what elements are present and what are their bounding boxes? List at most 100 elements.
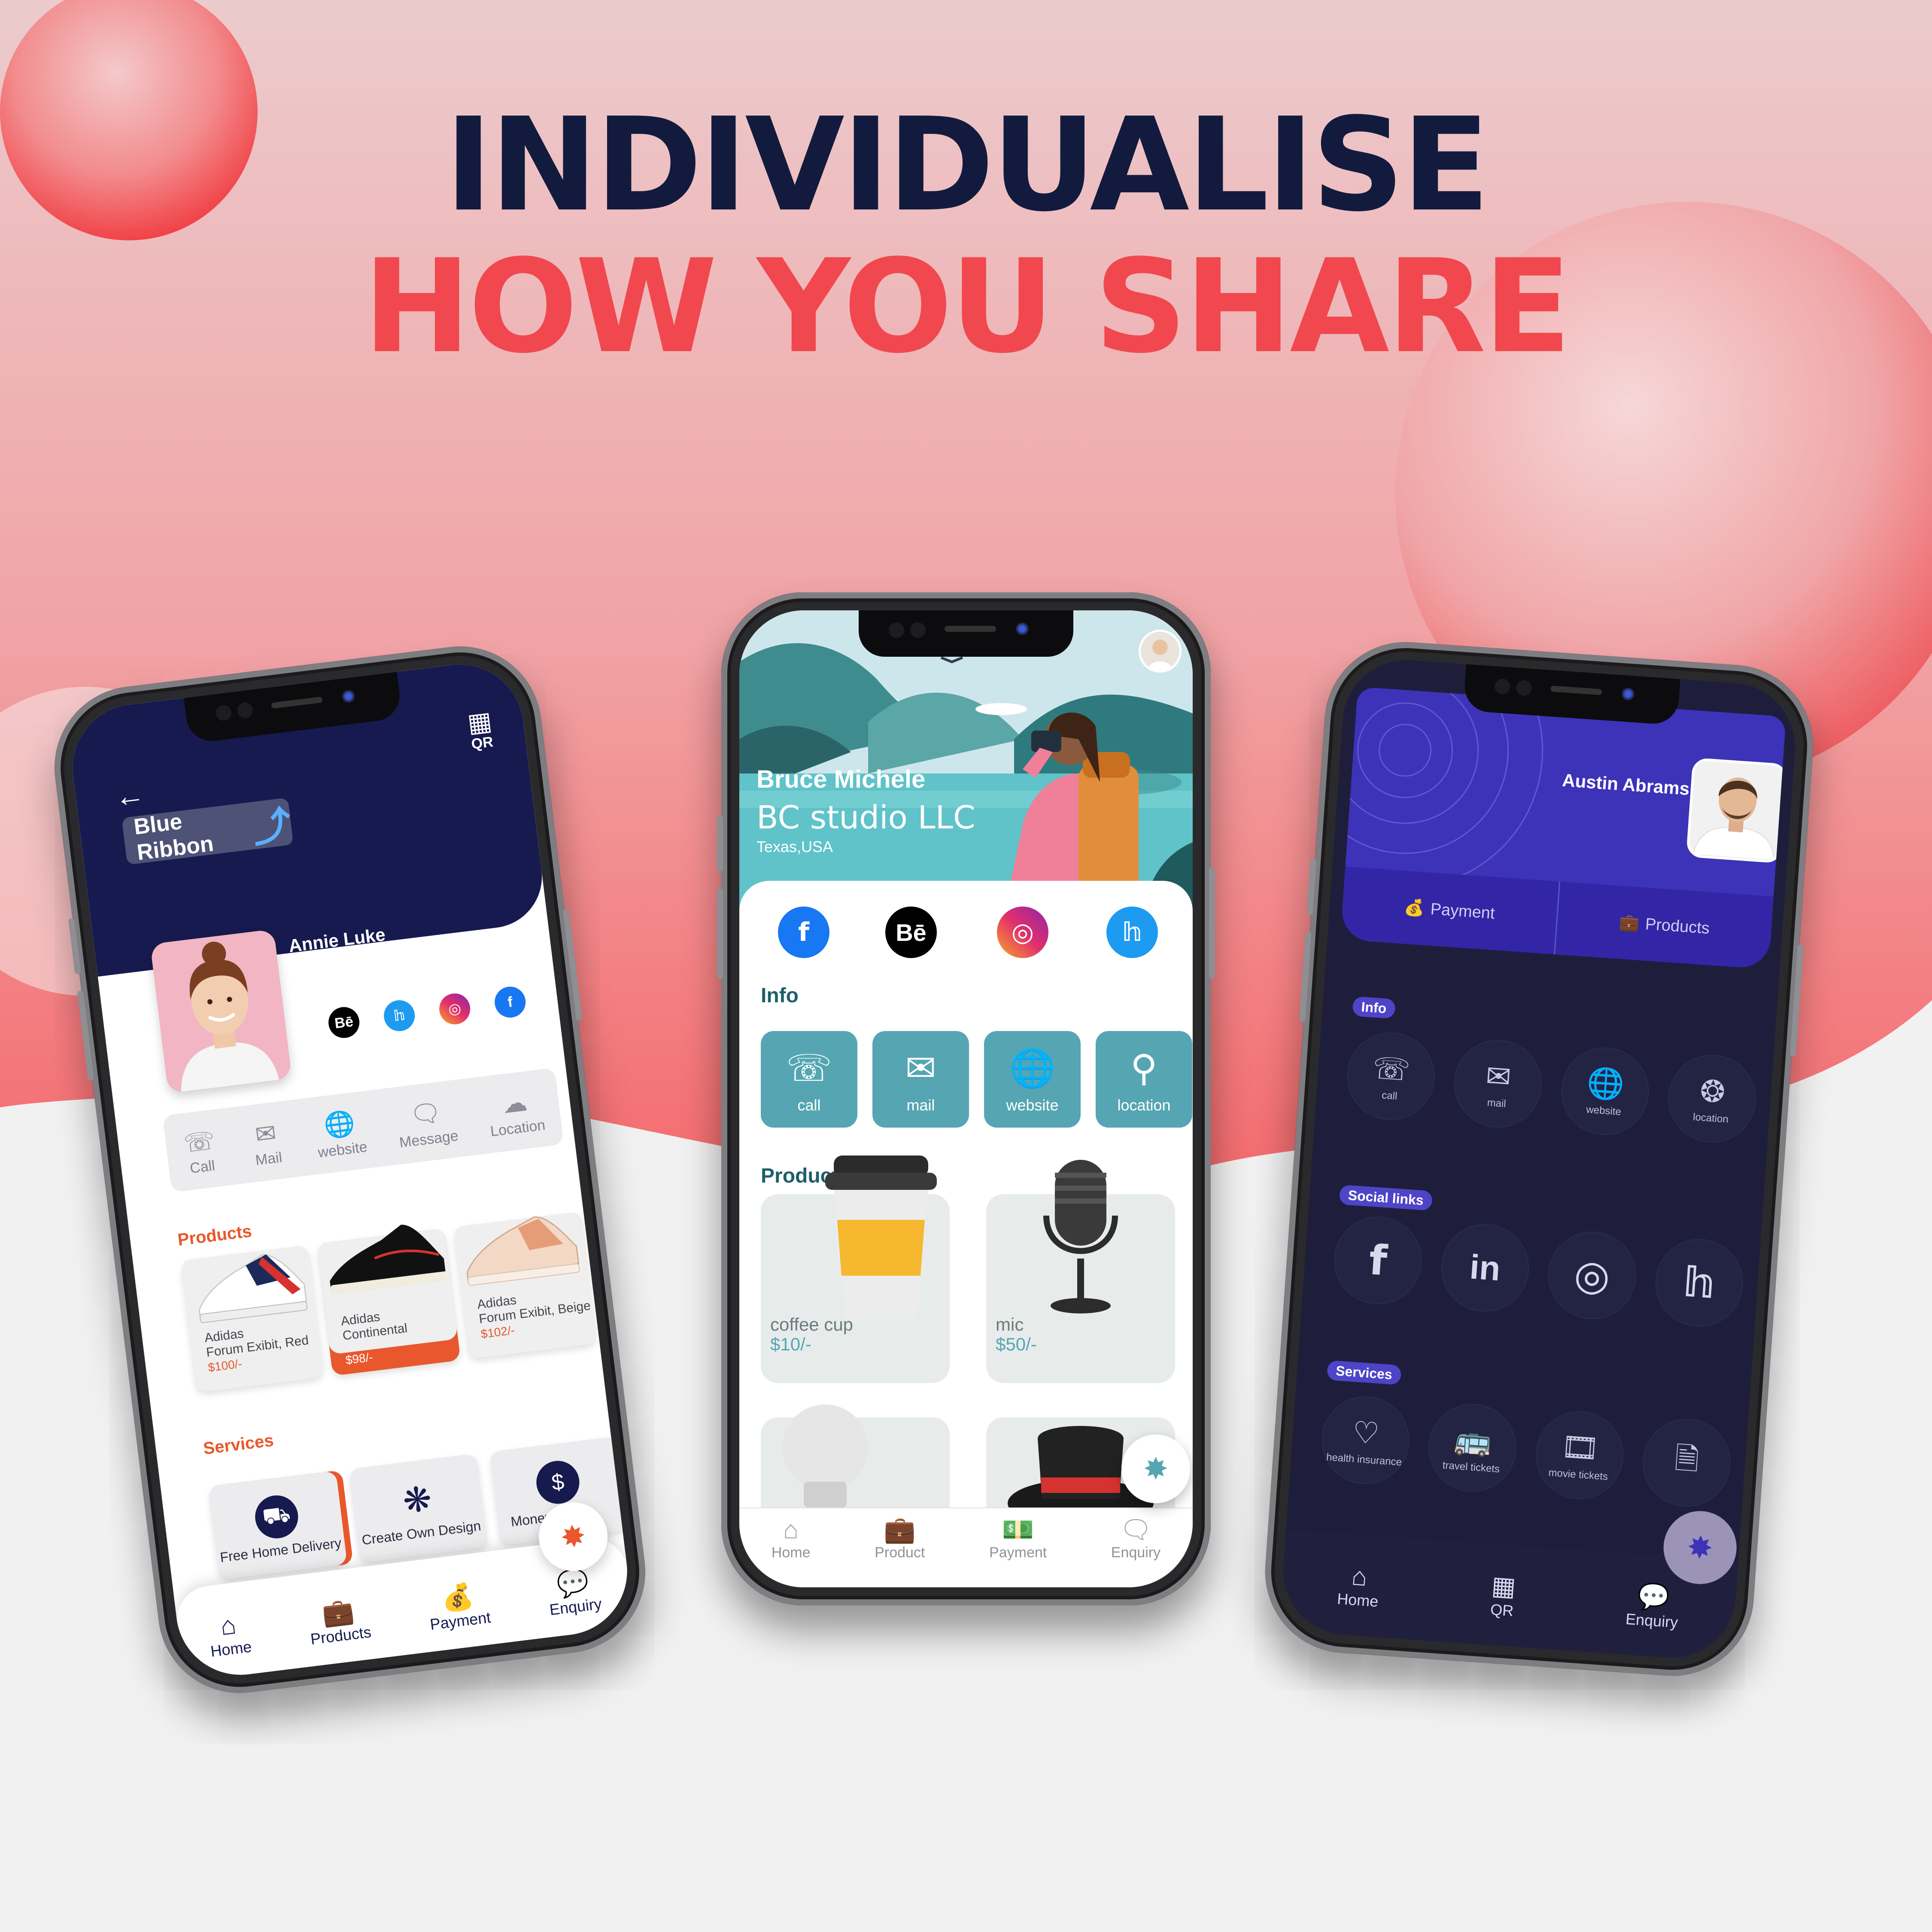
social-links-title: Social links bbox=[1339, 1184, 1433, 1211]
website-button[interactable]: 🌐 website bbox=[984, 1031, 1081, 1128]
product-price: $50/- bbox=[996, 1334, 1037, 1354]
phone-icon: ☏ bbox=[1371, 1051, 1412, 1087]
bottom-nav: ⌂ Home 💼 Product 💵 Payment 🗨 Enquiry bbox=[739, 1507, 1193, 1587]
phone-mockup-center: Bruce Michele BC studio LLC Texas,USA f … bbox=[717, 592, 1215, 1605]
nav-home[interactable]: ⌂ Home bbox=[1337, 1560, 1381, 1611]
qr-button[interactable]: ▦ QR bbox=[463, 706, 498, 753]
product-card[interactable]: Adidas Forum Exibit, Red $100/- bbox=[180, 1245, 325, 1393]
chat-icon: 💬 bbox=[555, 1567, 591, 1599]
tab-payment[interactable]: 💰 Payment bbox=[1340, 866, 1560, 955]
behance-icon[interactable]: Bē bbox=[326, 1005, 361, 1040]
nav-enquiry[interactable]: 💬 Enquiry bbox=[545, 1565, 603, 1619]
instagram-icon[interactable]: ◎ bbox=[1546, 1229, 1638, 1321]
message-button[interactable]: 🗨 Message bbox=[394, 1093, 459, 1151]
mail-button[interactable]: ✉ mail bbox=[1452, 1038, 1544, 1130]
phone-screen: Bruce Michele BC studio LLC Texas,USA f … bbox=[739, 610, 1193, 1587]
document-icon: 🗎 bbox=[1674, 1441, 1700, 1477]
call-button[interactable]: ☏ call bbox=[1345, 1030, 1437, 1122]
twitter-icon[interactable]: 𝕙 bbox=[1653, 1237, 1745, 1329]
service-more[interactable]: 🗎 bbox=[1640, 1416, 1733, 1509]
phone-icon: ☏ bbox=[182, 1126, 217, 1158]
service-card[interactable]: ❋ Create Own Design bbox=[348, 1453, 488, 1563]
website-button[interactable]: 🌐 website bbox=[1559, 1045, 1651, 1137]
film-icon: 🎞 bbox=[1560, 1429, 1601, 1466]
nav-home[interactable]: ⌂ Home bbox=[772, 1514, 811, 1561]
product-price: $98/- bbox=[345, 1350, 374, 1367]
twitter-icon[interactable]: 𝕙 bbox=[1106, 907, 1158, 958]
briefcase-icon: 💼 bbox=[884, 1515, 916, 1544]
phone-notch bbox=[859, 610, 1073, 657]
cloud-icon: ☁ bbox=[501, 1088, 529, 1119]
instagram-icon[interactable]: ◎ bbox=[437, 992, 472, 1026]
info-title: Info bbox=[1352, 996, 1396, 1019]
facebook-icon[interactable]: f bbox=[493, 985, 528, 1019]
call-button[interactable]: ☏ call bbox=[761, 1031, 857, 1128]
service-movie-tickets[interactable]: 🎞 movie tickets bbox=[1534, 1409, 1625, 1501]
puzzle-icon: ❋ bbox=[401, 1479, 434, 1520]
location-button[interactable]: ⚲ location bbox=[1096, 1031, 1192, 1128]
nav-qr[interactable]: ▦ QR bbox=[1489, 1571, 1517, 1620]
share-icon: ✸ bbox=[1143, 1452, 1169, 1486]
share-button[interactable]: ✸ bbox=[1121, 1435, 1190, 1503]
share-icon: ✸ bbox=[1686, 1530, 1714, 1566]
instagram-icon[interactable]: ◎ bbox=[997, 907, 1048, 958]
location-button[interactable]: ☁ Location bbox=[485, 1083, 546, 1140]
services-title: Services bbox=[202, 1431, 275, 1459]
avatar bbox=[150, 929, 292, 1094]
cash-icon: 💵 bbox=[1002, 1515, 1034, 1544]
facebook-icon[interactable]: f bbox=[1332, 1214, 1424, 1307]
briefcase-icon: 💼 bbox=[320, 1595, 356, 1628]
globe-icon: 🌐 bbox=[1009, 1048, 1056, 1089]
nav-enquiry[interactable]: 🗨 Enquiry bbox=[1111, 1514, 1160, 1561]
nav-payment[interactable]: 💰 Payment bbox=[425, 1579, 492, 1634]
bus-icon: 🚌 bbox=[1453, 1422, 1493, 1458]
product-card[interactable]: Adidas Forum Exibit, Beige $102/- bbox=[453, 1211, 597, 1359]
briefcase-icon: 💼 bbox=[1618, 913, 1640, 933]
exchange-icon: $ bbox=[534, 1458, 582, 1507]
home-icon: ⌂ bbox=[1350, 1561, 1368, 1591]
tab-products[interactable]: 💼 Products bbox=[1555, 882, 1774, 969]
product-card[interactable]: coffee cup $10/- bbox=[761, 1156, 950, 1383]
location-button[interactable]: ❂ location bbox=[1666, 1053, 1758, 1145]
service-card[interactable]: ⛟ Free Home Delivery bbox=[208, 1471, 348, 1580]
company-name: BC studio LLC bbox=[756, 799, 975, 836]
profile-location: Texas,USA bbox=[756, 838, 833, 855]
profile-header: Austin Abrams 💰 Payment 💼 Products bbox=[1340, 686, 1786, 970]
product-name: coffee cup bbox=[770, 1314, 854, 1335]
info-title: Info bbox=[761, 984, 799, 1007]
logo-mark-icon: ⤴ bbox=[250, 804, 294, 851]
mail-button[interactable]: ✉ mail bbox=[872, 1031, 969, 1128]
nav-products[interactable]: 💼 Products bbox=[306, 1593, 372, 1648]
phone-mockup-right: Austin Abrams 💰 Payment 💼 Products Info ☏ c… bbox=[1260, 637, 1819, 1681]
back-arrow-icon[interactable]: ← bbox=[112, 776, 146, 814]
product-price: $10/- bbox=[770, 1334, 811, 1354]
product-card[interactable]: mic $50/- bbox=[986, 1160, 1175, 1383]
nav-product[interactable]: 💼 Product bbox=[875, 1514, 925, 1561]
globe-icon: 🌐 bbox=[322, 1108, 357, 1140]
twitter-icon[interactable]: 𝕙 bbox=[382, 998, 417, 1033]
nav-home[interactable]: ⌂ Home bbox=[206, 1608, 253, 1661]
phone-screen: Austin Abrams 💰 Payment 💼 Products Info ☏ c… bbox=[1279, 655, 1800, 1662]
microphone-image bbox=[1043, 1160, 1118, 1313]
website-button[interactable]: 🌐 website bbox=[313, 1104, 368, 1161]
truck-icon: ⛟ bbox=[252, 1493, 301, 1541]
sneaker-red-image bbox=[198, 1254, 308, 1323]
service-health-insurance[interactable]: ♡ health insurance bbox=[1319, 1394, 1412, 1486]
mail-button[interactable]: ✉ Mail bbox=[246, 1114, 287, 1169]
nav-payment[interactable]: 💵 Payment bbox=[989, 1514, 1047, 1561]
product-card[interactable]: Adidas Continental $98/- bbox=[316, 1225, 461, 1376]
mail-icon: ✉ bbox=[253, 1119, 278, 1149]
sneaker-black-image bbox=[330, 1225, 447, 1295]
mail-icon: ✉ bbox=[1485, 1059, 1513, 1094]
home-icon: ⌂ bbox=[219, 1610, 238, 1641]
money-bag-icon: 💰 bbox=[1403, 898, 1425, 918]
nav-enquiry[interactable]: 💬 Enquiry bbox=[1625, 1580, 1681, 1632]
facebook-icon[interactable]: f bbox=[778, 907, 829, 958]
service-travel-tickets[interactable]: 🚌 travel tickets bbox=[1426, 1402, 1519, 1494]
behance-icon[interactable]: Bē bbox=[885, 907, 937, 958]
mail-icon: ✉ bbox=[905, 1047, 936, 1089]
chat-icon: 🗨 bbox=[1119, 1515, 1152, 1544]
profile-name: Bruce Michele bbox=[756, 765, 926, 793]
linkedin-icon[interactable]: in bbox=[1439, 1222, 1531, 1314]
call-button[interactable]: ☏ Call bbox=[180, 1122, 221, 1177]
